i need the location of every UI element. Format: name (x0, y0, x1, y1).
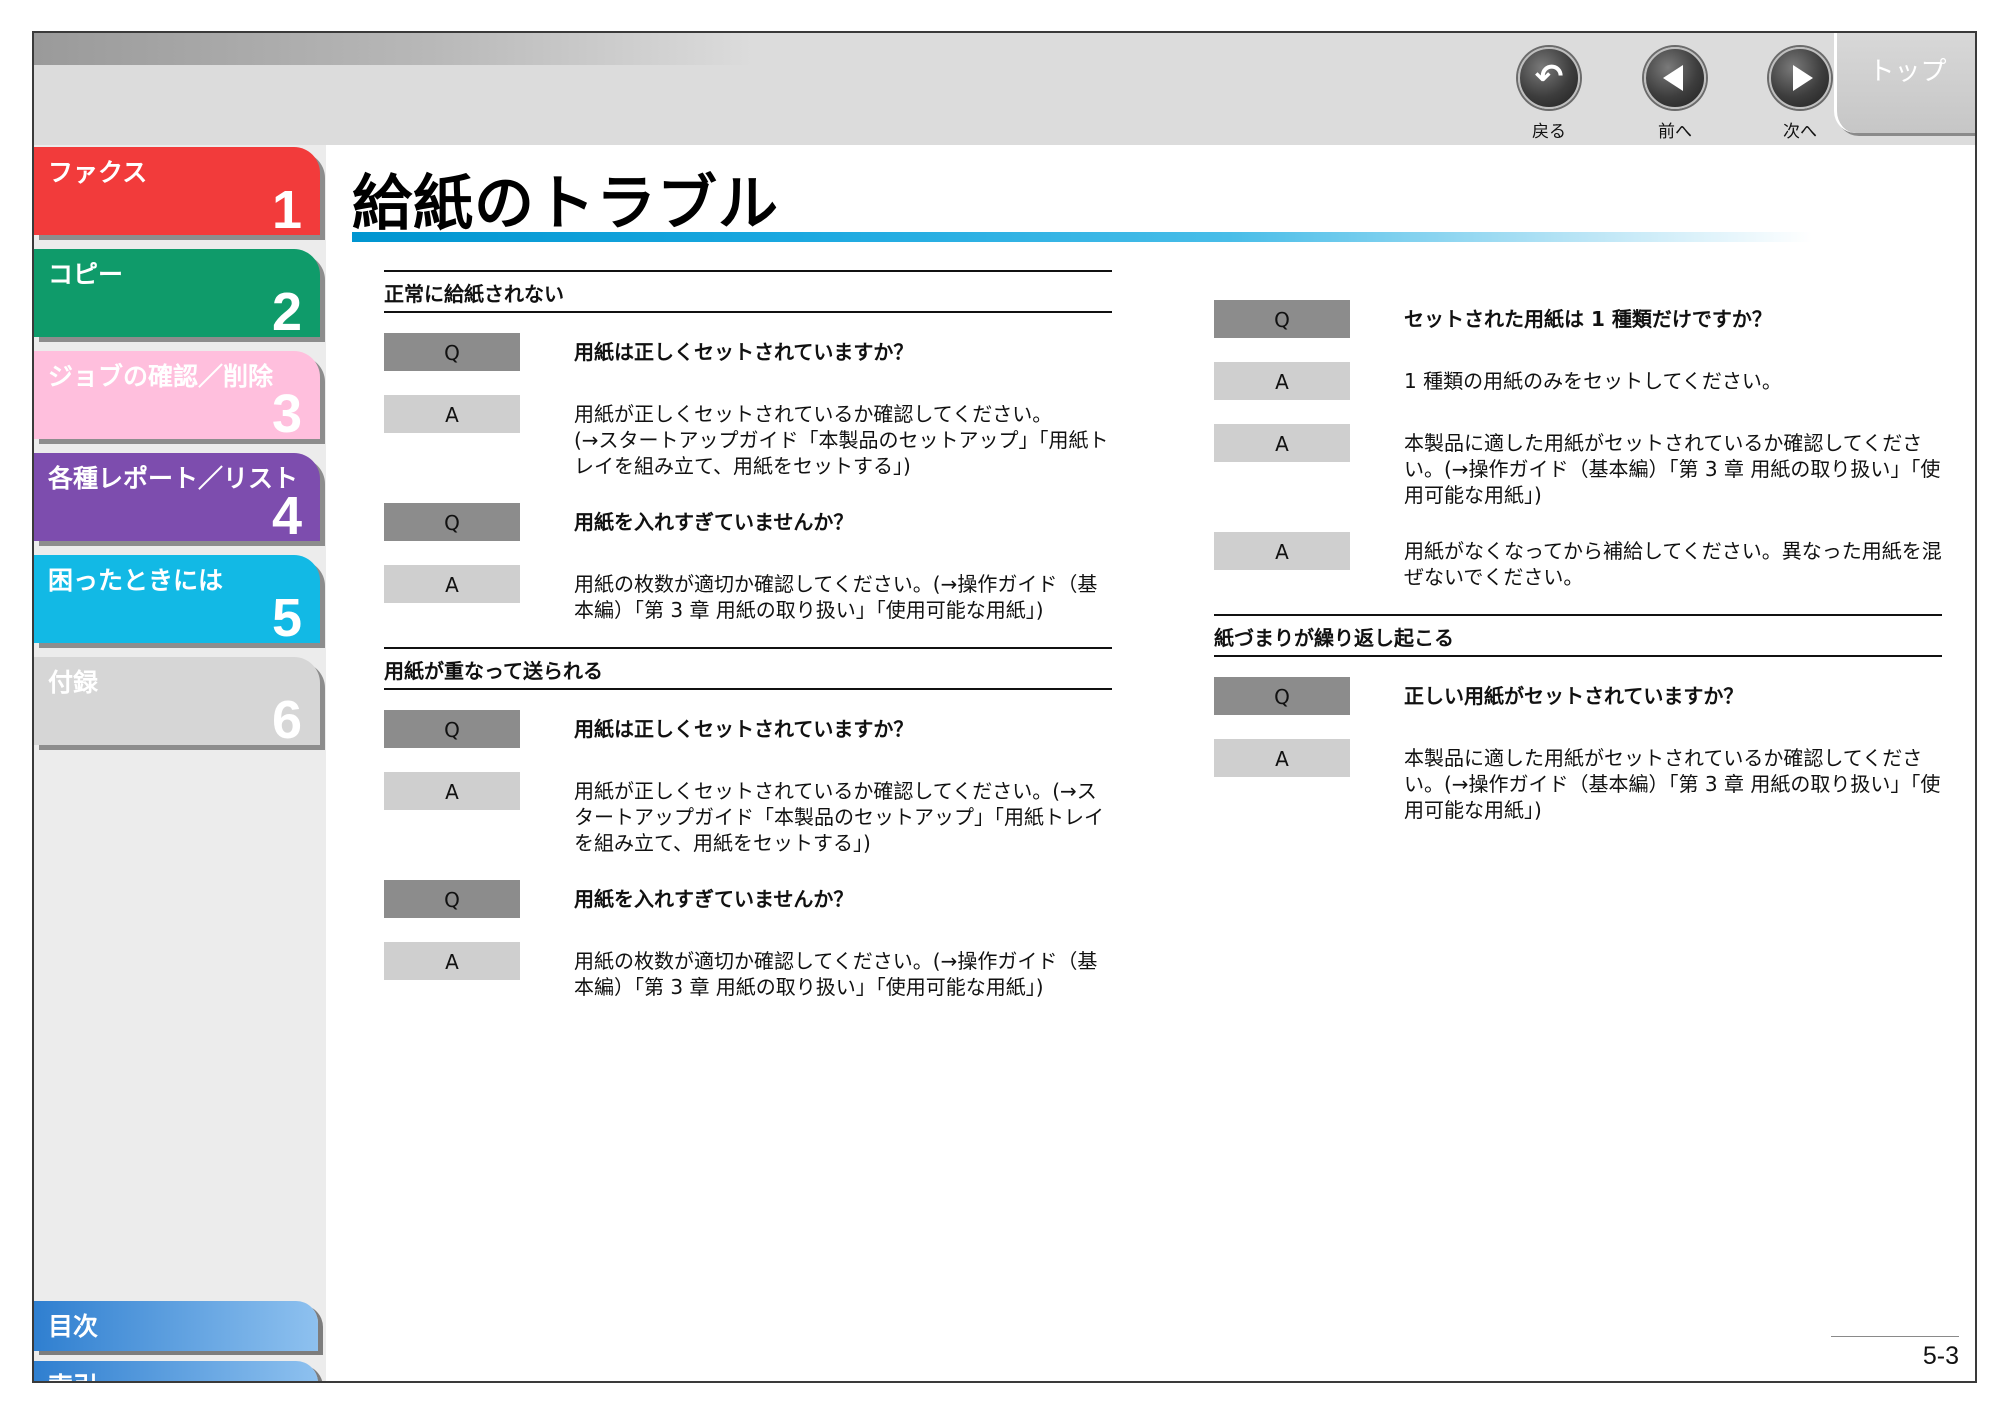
q-badge: Q (1214, 300, 1350, 338)
next-button[interactable]: 次へ (1755, 47, 1845, 142)
chapter-label: コピー (48, 260, 124, 289)
prev-arrow-icon (1644, 47, 1706, 109)
a-badge: A (384, 565, 520, 603)
next-arrow-icon (1769, 47, 1831, 109)
question-text: 用紙を入れすぎていませんか？ (574, 510, 854, 534)
answer-row: A 本製品に適した用紙がセットされているか確認してください。(→操作ガイド（基本… (1214, 424, 1942, 508)
section-heading: 用紙が重なって送られる (384, 647, 1112, 690)
question-text: 正しい用紙がセットされていますか？ (1404, 684, 1744, 708)
question-text: 用紙を入れすぎていませんか？ (574, 887, 854, 911)
chapter-label: 各種レポート／リスト (48, 464, 299, 493)
answer-row: A 用紙がなくなってから補給してください。異なった用紙を混ぜないでください。 (1214, 532, 1942, 590)
page-number-rule (1831, 1336, 1959, 1337)
a-badge: A (1214, 362, 1350, 400)
answer-row: A 用紙が正しくセットされているか確認してください。(→スタートアップガイド「本… (384, 772, 1112, 856)
answer-text: 本製品に適した用紙がセットされているか確認してください。(→操作ガイド（基本編）… (1404, 746, 1941, 822)
section-heading: 正常に給紙されない (384, 270, 1112, 313)
question-row: Q 用紙は正しくセットされていますか？ (384, 333, 1112, 371)
title-underline-bar (352, 232, 1812, 242)
a-badge: A (1214, 739, 1350, 777)
a-badge: A (384, 772, 520, 810)
q-badge: Q (384, 880, 520, 918)
chapter-label: 困ったときには (48, 566, 224, 595)
q-badge: Q (384, 503, 520, 541)
chapter-number: 4 (271, 486, 302, 541)
page-number: 5-3 (1922, 1342, 1959, 1370)
chapter-label: 付録 (48, 668, 99, 697)
chapter-sidebar: ファクス 1 コピー 2 ジョブの確認／削除 3 各種レポート／リスト 4 困っ… (34, 145, 326, 1381)
chapter-number: 5 (271, 588, 302, 643)
question-text: セットされた用紙は 1 種類だけですか？ (1404, 307, 1772, 331)
back-label: 戻る (1532, 122, 1566, 142)
chapter-number: 6 (271, 690, 302, 745)
back-button[interactable]: ↶ 戻る (1504, 47, 1594, 142)
left-column: 正常に給紙されない Q 用紙は正しくセットされていますか？ A 用紙が正しくセッ… (384, 270, 1112, 1024)
right-column: Q セットされた用紙は 1 種類だけですか？ A 1 種類の用紙のみをセットして… (1214, 300, 1942, 847)
chapter-tab-copy[interactable]: コピー 2 (34, 249, 320, 337)
a-badge: A (1214, 532, 1350, 570)
toolbar-gradient-strip (34, 33, 754, 65)
chapter-tab-reports[interactable]: 各種レポート／リスト 4 (34, 453, 320, 541)
back-icon: ↶ (1518, 47, 1580, 109)
top-tab-button[interactable]: トップ (1834, 33, 1975, 133)
answer-text: 1 種類の用紙のみをセットしてください。 (1404, 369, 1782, 393)
answer-row: A 用紙の枚数が適切か確認してください。(→操作ガイド（基本編）「第 3 章 用… (384, 942, 1112, 1000)
question-row: Q 用紙を入れすぎていませんか？ (384, 880, 1112, 918)
chapter-tab-troubleshooting[interactable]: 困ったときには 5 (34, 555, 320, 643)
page-title: 給紙のトラブル (352, 169, 779, 239)
chapter-number: 2 (271, 282, 302, 337)
question-text: 用紙は正しくセットされていますか？ (574, 340, 914, 364)
question-row: Q セットされた用紙は 1 種類だけですか？ (1214, 300, 1942, 338)
answer-text: 本製品に適した用紙がセットされているか確認してください。(→操作ガイド（基本編）… (1404, 431, 1941, 507)
chapter-tab-job-status[interactable]: ジョブの確認／削除 3 (34, 351, 320, 439)
answer-text: 用紙がなくなってから補給してください。異なった用紙を混ぜないでください。 (1404, 539, 1942, 589)
answer-row: A 用紙の枚数が適切か確認してください。(→操作ガイド（基本編）「第 3 章 用… (384, 565, 1112, 623)
question-text: 用紙は正しくセットされていますか？ (574, 717, 914, 741)
answer-text: 用紙の枚数が適切か確認してください。(→操作ガイド（基本編）「第 3 章 用紙の… (574, 949, 1098, 999)
answer-text: 用紙が正しくセットされているか確認してください。(→スタートアップガイド「本製品… (574, 779, 1104, 855)
answer-row: A 1 種類の用紙のみをセットしてください。 (1214, 362, 1942, 400)
prev-label: 前へ (1658, 122, 1692, 142)
chapter-label: ファクス (48, 158, 148, 187)
a-badge: A (1214, 424, 1350, 462)
index-button[interactable]: 索引 (34, 1361, 318, 1381)
next-label: 次へ (1783, 122, 1817, 142)
q-badge: Q (1214, 677, 1350, 715)
answer-row: A 用紙が正しくセットされているか確認してください。 (→スタートアップガイド「… (384, 395, 1112, 479)
a-badge: A (384, 942, 520, 980)
toc-button[interactable]: 目次 (34, 1301, 318, 1351)
a-badge: A (384, 395, 520, 433)
top-toolbar: ↶ 戻る 前へ 次へ トップ (34, 33, 1975, 145)
chapter-number: 3 (271, 384, 302, 439)
answer-text: 用紙が正しくセットされているか確認してください。 (→スタートアップガイド「本製… (574, 402, 1109, 478)
chapter-number: 1 (271, 180, 302, 235)
q-badge: Q (384, 710, 520, 748)
question-row: Q 用紙は正しくセットされていますか？ (384, 710, 1112, 748)
answer-text: 用紙の枚数が適切か確認してください。(→操作ガイド（基本編）「第 3 章 用紙の… (574, 572, 1098, 622)
question-row: Q 用紙を入れすぎていませんか？ (384, 503, 1112, 541)
answer-row: A 本製品に適した用紙がセットされているか確認してください。(→操作ガイド（基本… (1214, 739, 1942, 823)
q-badge: Q (384, 333, 520, 371)
chapter-label: ジョブの確認／削除 (48, 362, 274, 391)
chapter-tab-fax[interactable]: ファクス 1 (34, 147, 320, 235)
section-heading: 紙づまりが繰り返し起こる (1214, 614, 1942, 657)
chapter-tab-appendix[interactable]: 付録 6 (34, 657, 320, 745)
prev-button[interactable]: 前へ (1630, 47, 1720, 142)
question-row: Q 正しい用紙がセットされていますか？ (1214, 677, 1942, 715)
